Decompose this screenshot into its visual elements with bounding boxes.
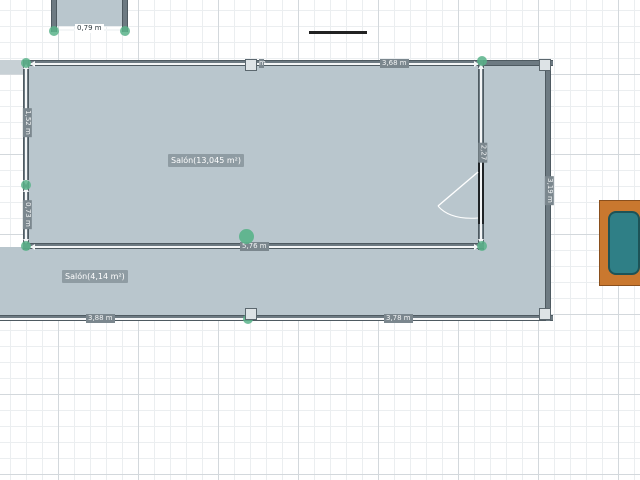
room-label-lower[interactable]: Salón(4,14 m²) [62,270,128,283]
node-left-mid[interactable] [21,180,31,190]
node-left-bottom[interactable] [21,241,31,251]
node-inner-bottom-right[interactable] [477,241,487,251]
bathtub-icon[interactable] [599,200,640,286]
top-room-width-label: 0,79 m [75,24,104,33]
handle-bottom-mid[interactable] [245,308,257,320]
handle-top-mid[interactable] [245,59,257,71]
node-top-left[interactable] [21,58,31,68]
top-room-node-right[interactable] [120,26,130,36]
outer-right-dimension: 3,19 m [544,176,554,205]
handle-top-right[interactable] [539,59,551,71]
bottom-left-dimension: 3,88 m [86,314,115,323]
room-label-main[interactable]: Salón(13,045 m²) [168,154,244,167]
door-swing-icon[interactable] [432,168,482,226]
left-lower-dimension: 0,73 m [22,200,32,229]
handle-bottom-right[interactable] [539,308,551,320]
top-room-node-left[interactable] [49,26,59,36]
bottom-dimension-line [0,318,546,320]
bottom-right-dimension: 3,78 m [384,314,413,323]
minus-line-icon[interactable] [309,31,367,34]
inner-right-dimension: 2,27 [478,142,488,163]
bathtub-inner [608,211,640,275]
node-inner-top-right[interactable] [477,56,487,66]
top-wall-dimension-fragment: m [259,59,266,68]
node-floor-center[interactable] [239,229,254,244]
left-upper-dimension: 1,52 m [22,108,32,137]
top-wall-dimension: 3,68 m [380,59,409,68]
top-room-floor[interactable] [54,0,124,26]
